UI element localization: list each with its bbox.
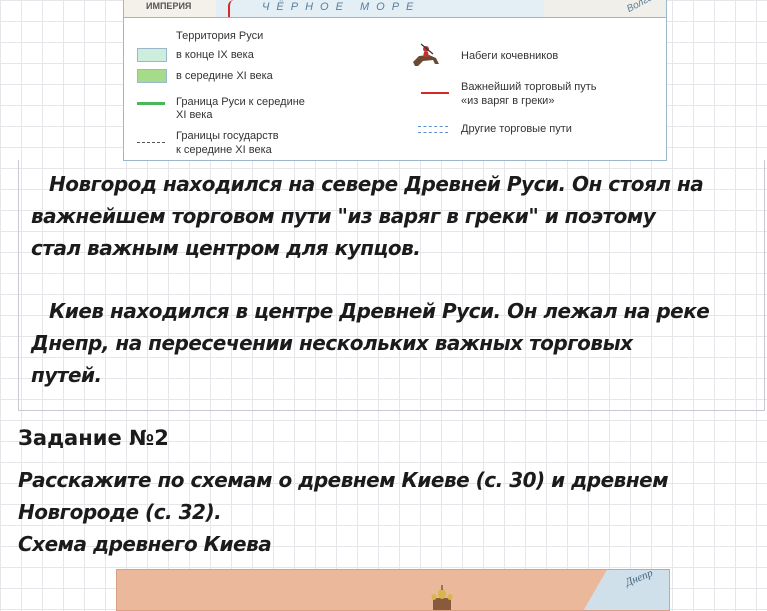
map-legend-image: ИМПЕРИЯ ЧЁРНОЕ МОРЕ Волга Территория Рус… [123,0,667,161]
legend-main-route-1: Важнейший торговый путь [461,81,597,93]
border-states-dashed-line [137,142,165,143]
legend-territory-title: Территория Руси [176,30,264,42]
novgorod-line-1: Новгород находился на севере Древней Рус… [49,172,704,196]
task-body-line-2: Новгороде (с. 32). [18,500,222,524]
scheme-title: Схема древнего Киева [18,532,272,556]
novgorod-line-3: стал важным центром для купцов. [31,236,421,260]
legend-other-routes: Другие торговые пути [461,123,572,135]
kiev-line-3: путей. [31,363,102,387]
novgorod-line-2: важнейшем торговом пути "из варяг в грек… [31,204,656,228]
black-sea-label: ЧЁРНОЕ МОРЕ [262,1,421,13]
task-body-line-1: Расскажите по схемам о древнем Киеве (с.… [18,468,669,492]
empire-label: ИМПЕРИЯ [146,1,192,11]
legend-borders-states-1: Границы государств [176,130,279,142]
legend-nomad-raids: Набеги кочевников [461,50,559,62]
nomad-rider-icon [413,43,439,66]
main-route-red-line [421,92,449,94]
territory-ix-swatch [137,48,167,62]
kiev-line-2: Днепр, на пересечении нескольких важных … [31,331,633,355]
answer-text-box: Новгород находился на севере Древней Рус… [18,160,765,411]
border-rus-line [137,102,165,105]
other-routes-blue-line [418,126,448,133]
legend-main-route-2: «из варяг в греки» [461,95,555,107]
map-fragment: ИМПЕРИЯ ЧЁРНОЕ МОРЕ Волга [124,0,666,18]
kiev-scheme-image: Днепр [116,569,670,611]
legend-borders-states-2: к середине XI века [176,144,272,156]
legend-territory-ix: в конце IX века [176,49,254,61]
legend-territory-xi: в середине XI века [176,70,273,82]
kiev-line-1: Киев находился в центре Древней Руси. Он… [49,299,710,323]
territory-xi-swatch [137,69,167,83]
legend-border-rus-1: Граница Руси к середине [176,96,305,108]
legend-border-rus-2: XI века [176,109,213,121]
task-heading: Задание №2 [18,426,169,450]
church-icon [431,585,453,610]
trade-route-red-line [228,0,238,17]
